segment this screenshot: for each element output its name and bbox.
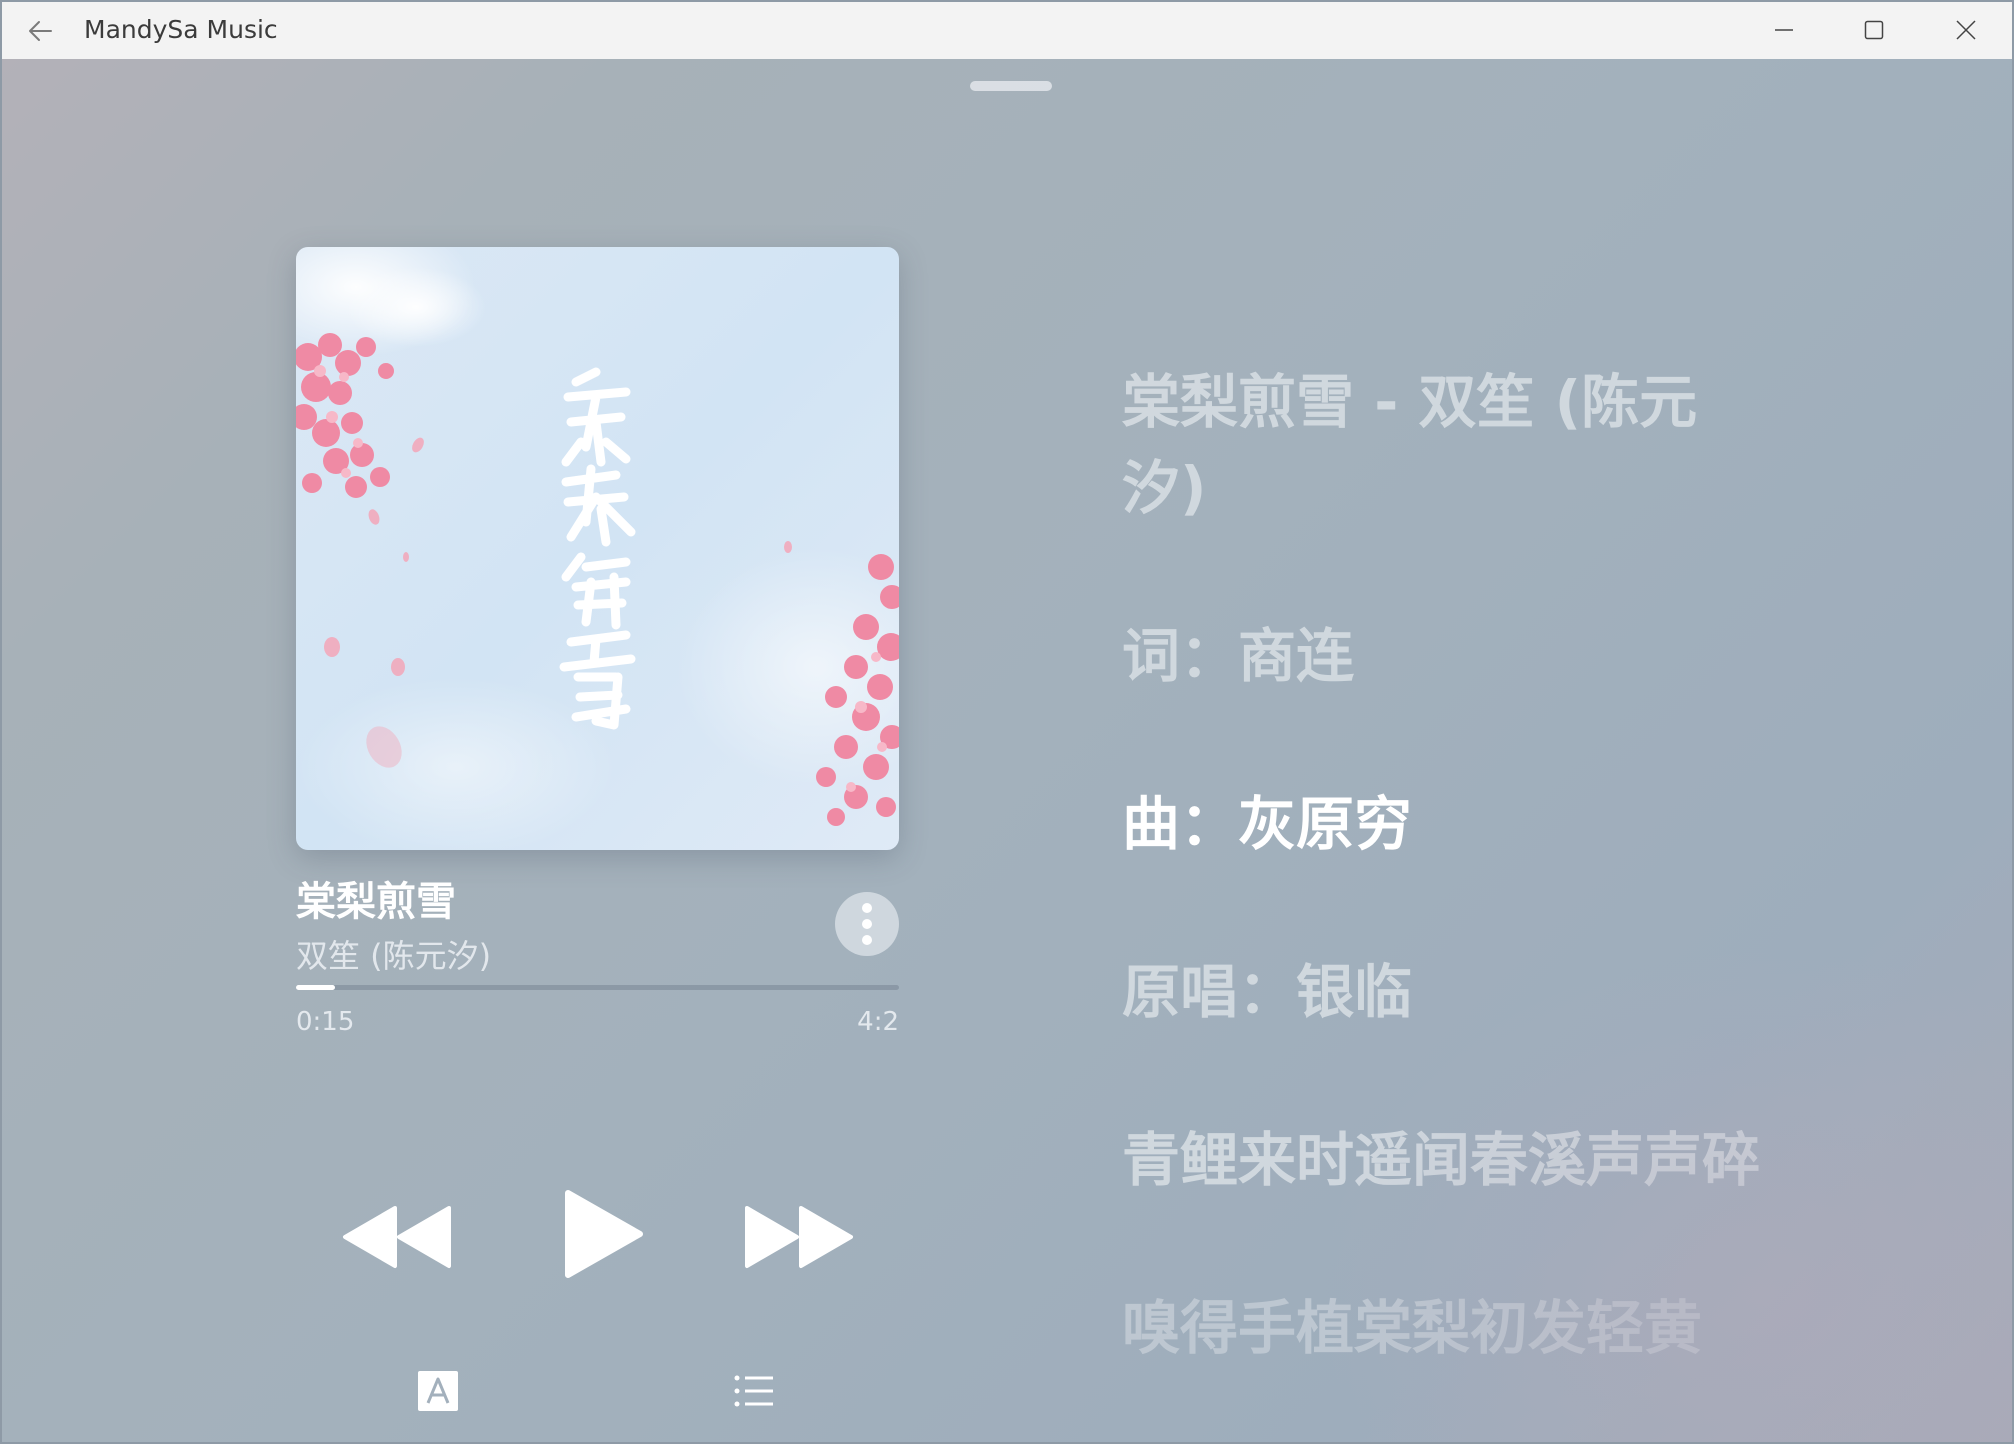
progress-slider[interactable] xyxy=(296,985,899,990)
album-cover xyxy=(296,247,899,850)
lyric-line[interactable]: 嗅得手植棠梨初发轻黄 xyxy=(1122,1285,1762,1371)
drag-handle[interactable] xyxy=(970,81,1052,91)
song-artist[interactable]: 双笙 (陈元汐) xyxy=(296,931,491,977)
lyric-line[interactable]: 棠梨煎雪 - 双笙 (陈元汐) xyxy=(1122,359,1762,531)
lyric-line[interactable]: 青鲤来时遥闻春溪声声碎 xyxy=(1122,1117,1762,1203)
maximize-icon xyxy=(1864,20,1884,40)
lyrics-toggle-button[interactable] xyxy=(414,1367,462,1415)
song-title: 棠梨煎雪 xyxy=(296,879,456,925)
back-button[interactable] xyxy=(22,13,58,49)
lyrics-panel[interactable]: 棠梨煎雪 - 双笙 (陈元汐) 词：商连 曲：灰原穷 原唱：银临 青鲤来时遥闻春… xyxy=(1122,359,1762,1442)
lyrics-toggle-icon xyxy=(418,1371,458,1411)
play-button[interactable] xyxy=(554,1179,654,1289)
minimize-button[interactable] xyxy=(1738,2,1830,58)
maximize-button[interactable] xyxy=(1828,2,1920,58)
play-icon xyxy=(565,1190,643,1278)
more-vertical-icon xyxy=(862,903,872,945)
previous-button[interactable] xyxy=(338,1189,456,1285)
close-icon xyxy=(1956,20,1976,40)
close-button[interactable] xyxy=(1920,2,2012,58)
lyric-line[interactable]: 原唱：银临 xyxy=(1122,949,1762,1035)
next-icon xyxy=(745,1206,853,1268)
previous-icon xyxy=(343,1206,451,1268)
next-button[interactable] xyxy=(740,1189,858,1285)
more-options-button[interactable] xyxy=(835,892,899,956)
title-bar: MandySa Music xyxy=(2,2,2012,60)
playlist-icon xyxy=(734,1375,773,1407)
minimize-icon xyxy=(1775,29,1793,31)
app-title: MandySa Music xyxy=(84,15,278,44)
total-time: 4:2 xyxy=(857,1007,899,1037)
lyric-line[interactable]: 词：商连 xyxy=(1122,613,1762,699)
playlist-button[interactable] xyxy=(734,1367,774,1415)
current-time: 0:15 xyxy=(296,1007,355,1037)
player-view: 棠梨煎雪 双笙 (陈元汐) 0:15 4:2 棠梨煎雪 - 双笙 (陈元汐) 词… xyxy=(2,59,2012,1442)
lyric-line-current[interactable]: 曲：灰原穷 xyxy=(1122,781,1762,867)
album-cover-image xyxy=(296,247,899,850)
progress-fill xyxy=(296,985,336,990)
back-arrow-icon xyxy=(29,21,52,41)
app-window: MandySa Music 棠梨煎雪 双笙 (陈元汐) 0:15 4:2 棠梨煎… xyxy=(0,0,2014,1444)
